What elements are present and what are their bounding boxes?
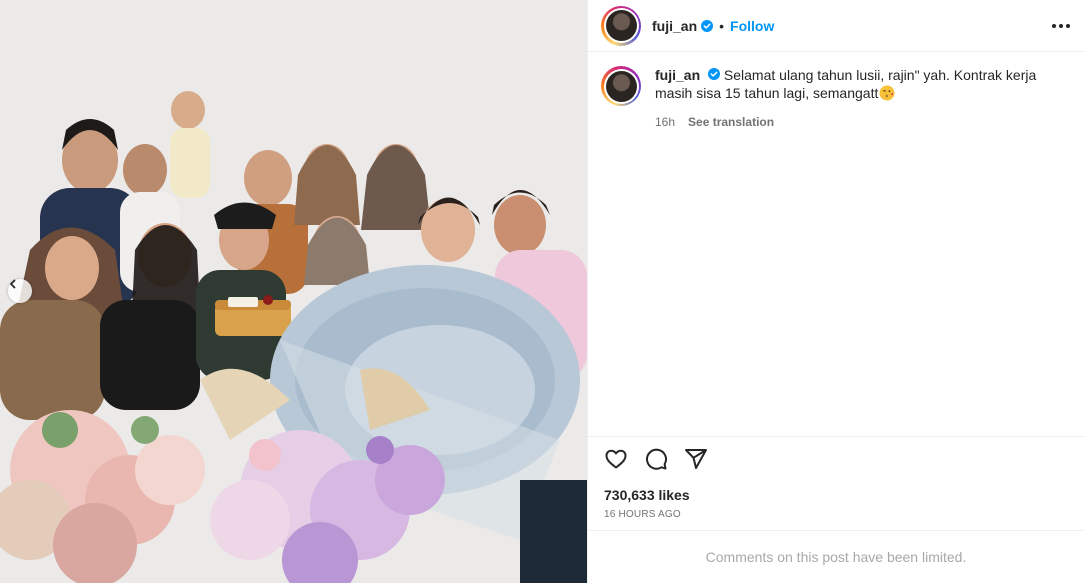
post-photo[interactable] xyxy=(0,0,587,583)
carousel-prev-button[interactable] xyxy=(8,279,32,303)
verified-badge-icon xyxy=(701,19,714,32)
verified-badge-icon xyxy=(708,68,721,80)
caption-text: fuji_an Selamat ulang tahun lusii, rajin… xyxy=(655,66,1055,105)
header-separator: • xyxy=(719,17,725,34)
see-translation-button[interactable]: See translation xyxy=(688,115,774,129)
avatar[interactable] xyxy=(601,5,641,46)
caption-comment: fuji_an Selamat ulang tahun lusii, rajin… xyxy=(588,52,1084,129)
post-header: fuji_an • Follow xyxy=(588,0,1084,52)
post-side-panel: fuji_an • Follow fuji_an Selamat ulang t… xyxy=(587,0,1084,583)
caption-username[interactable]: fuji_an xyxy=(655,67,700,83)
kissing-face-emoji-icon xyxy=(879,85,895,105)
comments-limited-notice: Comments on this post have been limited. xyxy=(588,530,1084,583)
group-photo-illustration xyxy=(0,0,587,583)
avatar-image xyxy=(605,10,637,41)
comment-icon[interactable] xyxy=(644,447,668,471)
caption-time[interactable]: 16h xyxy=(655,115,675,129)
follow-button[interactable]: Follow xyxy=(730,18,774,34)
likes-count[interactable]: 730,633 likes xyxy=(604,487,1068,503)
caption-avatar[interactable] xyxy=(601,66,641,106)
post-actions: 730,633 likes 16 HOURS AGO xyxy=(588,436,1084,520)
avatar-image xyxy=(605,70,637,102)
header-username[interactable]: fuji_an xyxy=(652,18,697,34)
more-options-icon[interactable] xyxy=(1052,14,1070,38)
heart-icon[interactable] xyxy=(604,447,628,471)
share-icon[interactable] xyxy=(684,447,708,471)
post-timestamp[interactable]: 16 HOURS AGO xyxy=(604,509,1068,520)
chevron-left-icon xyxy=(10,279,16,289)
birthday-cake xyxy=(215,295,291,336)
